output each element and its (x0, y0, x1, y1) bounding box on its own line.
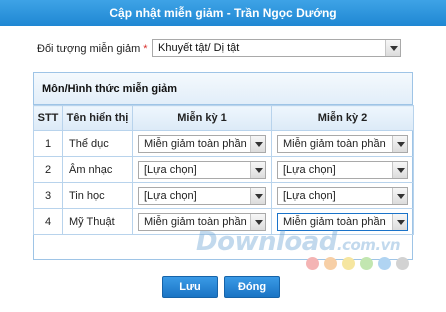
dot-icon (360, 257, 373, 270)
dialog-title: Cập nhật miễn giảm - Trần Ngọc Dướng (0, 0, 446, 26)
table-row: 1 Thể dục Miễn giảm toàn phần Miễn giảm … (33, 130, 414, 157)
row-name: Mỹ Thuật (62, 208, 133, 235)
required-mark: * (143, 43, 148, 55)
watermark-main: Download (196, 227, 337, 257)
ky1-select[interactable]: [Lựa chọn] (138, 160, 266, 179)
col-ky1: Miễn kỳ 1 (132, 105, 272, 131)
row-stt: 2 (33, 156, 63, 183)
row-name: Thể dục (62, 130, 133, 157)
ky1-value: Miễn giảm toàn phần (144, 215, 247, 228)
save-button[interactable]: Lưu (162, 276, 218, 298)
ky2-value: Miễn giảm toàn phần (283, 137, 386, 150)
dialog: Cập nhật miễn giảm - Trần Ngọc Dướng Đối… (0, 0, 446, 312)
ky2-select[interactable]: Miễn giảm toàn phần (277, 134, 408, 153)
subject-select[interactable]: Khuyết tật/ Dị tật (152, 39, 401, 57)
row-stt: 1 (33, 130, 63, 157)
row-name: Tin học (62, 182, 133, 209)
chevron-down-icon[interactable] (385, 40, 400, 56)
ky2-value: [Lựa chọn] (283, 163, 336, 176)
ky1-value: [Lựa chọn] (144, 163, 197, 176)
chevron-down-icon[interactable] (392, 135, 407, 152)
row-stt: 3 (33, 182, 63, 209)
panel-title: Môn/Hình thức miễn giảm (34, 73, 412, 105)
ky1-select[interactable]: [Lựa chọn] (138, 186, 266, 205)
ky2-select[interactable]: [Lựa chọn] (277, 186, 408, 205)
ky1-select[interactable]: Miễn giảm toàn phần (138, 134, 266, 153)
dot-icon (378, 257, 391, 270)
table-header-row: STT Tên hiển thị Miễn kỳ 1 Miễn kỳ 2 (33, 105, 414, 131)
ky2-select[interactable]: [Lựa chọn] (277, 160, 408, 179)
chevron-down-icon[interactable] (250, 135, 265, 152)
subject-label: Đối tượng miễn giảm * (37, 43, 148, 55)
chevron-down-icon[interactable] (250, 161, 265, 178)
ky1-value: [Lựa chọn] (144, 189, 197, 202)
table-row: 2 Âm nhạc [Lựa chọn] [Lựa chọn] (33, 156, 414, 183)
subject-label-text: Đối tượng miễn giảm (37, 43, 141, 55)
row-name: Âm nhạc (62, 156, 133, 183)
dot-icon (342, 257, 355, 270)
ky1-value: Miễn giảm toàn phần (144, 137, 247, 150)
dot-icon (306, 257, 319, 270)
watermark-dots (306, 257, 414, 273)
subject-select-value: Khuyết tật/ Dị tật (158, 42, 240, 54)
dot-icon (324, 257, 337, 270)
chevron-down-icon[interactable] (392, 187, 407, 204)
exemption-table: STT Tên hiển thị Miễn kỳ 1 Miễn kỳ 2 1 T… (33, 105, 414, 235)
dot-icon (396, 257, 409, 270)
chevron-down-icon[interactable] (392, 161, 407, 178)
ky2-value: [Lựa chọn] (283, 189, 336, 202)
col-name: Tên hiển thị (62, 105, 133, 131)
watermark-logo: Download.com.vn (196, 227, 401, 257)
close-button[interactable]: Đóng (224, 276, 280, 298)
ky2-value: Miễn giảm toàn phần (283, 215, 386, 228)
col-ky2: Miễn kỳ 2 (271, 105, 414, 131)
col-stt: STT (33, 105, 63, 131)
row-stt: 4 (33, 208, 63, 235)
chevron-down-icon[interactable] (250, 187, 265, 204)
watermark-domain: .com.vn (336, 236, 401, 254)
table-row: 3 Tin học [Lựa chọn] [Lựa chọn] (33, 182, 414, 209)
